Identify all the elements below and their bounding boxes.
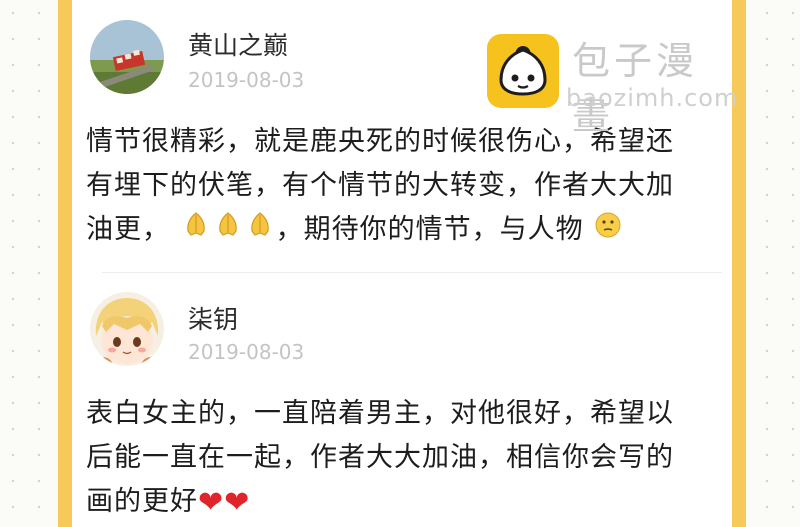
comment-date: 2019-08-03 [188, 340, 305, 364]
comment-body-text: 油更， [86, 214, 170, 245]
thinking-face-emoji-icon [594, 209, 622, 253]
comment-body-line: 后能一直在一起，作者大大加油，相信你会写的 [86, 442, 674, 473]
comment-body-line: 画的更好❤❤ [86, 480, 716, 525]
avatar[interactable] [90, 20, 164, 94]
praying-hands-emoji-icon [181, 209, 211, 253]
comment-body-line: 表白女主的，一直陪着男主，对他很好，希望以 [86, 398, 674, 429]
comment-date: 2019-08-03 [188, 68, 305, 92]
comment-body-line: 油更， ，期待你的情节，与人物 [86, 208, 716, 253]
comment-body-text: 画的更好 [86, 486, 198, 517]
right-accent-stripe [732, 0, 746, 527]
comment-body: 表白女主的，一直陪着男主，对他很好，希望以 后能一直在一起，作者大大加油，相信你… [86, 392, 716, 525]
bun-logo-icon [487, 34, 559, 108]
comments-panel: 黄山之巅 2019-08-03 情节很精彩，就是鹿央死的时候很伤心，希望还 有埋… [72, 0, 737, 527]
comment-divider [102, 272, 722, 273]
praying-hands-emoji-icon [213, 209, 243, 253]
heart-emoji-icon: ❤❤ [198, 485, 251, 520]
left-accent-stripe [58, 0, 72, 527]
avatar[interactable] [90, 292, 164, 366]
praying-hands-emoji-icon [245, 209, 275, 253]
comment-body-line: 有埋下的伏笔，有个情节的大转变，作者大大加 [86, 170, 674, 201]
comment-username[interactable]: 柒钥 [188, 300, 238, 336]
watermark-url: baozimh.com [566, 84, 739, 112]
comment-username[interactable]: 黄山之巅 [188, 26, 288, 62]
comment-body-text: ，期待你的情节，与人物 [275, 214, 584, 245]
